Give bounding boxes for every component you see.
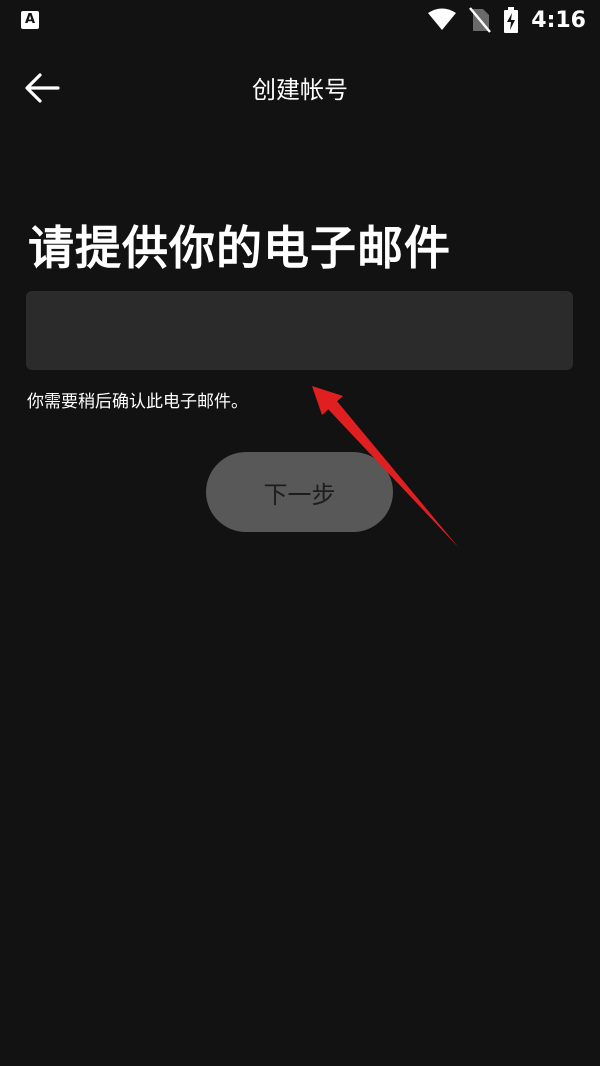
app-bar: 创建帐号 bbox=[0, 56, 600, 116]
email-helper-text: 你需要稍后确认此电子邮件。 bbox=[27, 392, 248, 412]
annotation-arrow-icon bbox=[312, 386, 459, 548]
email-prompt-heading: 请提供你的电子邮件 bbox=[28, 221, 451, 275]
battery-charging-icon bbox=[504, 7, 519, 33]
page-title: 创建帐号 bbox=[252, 76, 348, 104]
wifi-icon bbox=[428, 8, 457, 30]
next-button[interactable]: 下一步 bbox=[206, 452, 393, 532]
status-icons: 4:16 bbox=[427, 6, 586, 34]
status-bar: A 4:16 bbox=[0, 0, 600, 40]
sim-off-icon bbox=[469, 7, 492, 33]
keyboard-a-icon: A bbox=[21, 11, 39, 29]
email-input[interactable] bbox=[26, 291, 573, 370]
status-time: 4:16 bbox=[531, 7, 586, 33]
